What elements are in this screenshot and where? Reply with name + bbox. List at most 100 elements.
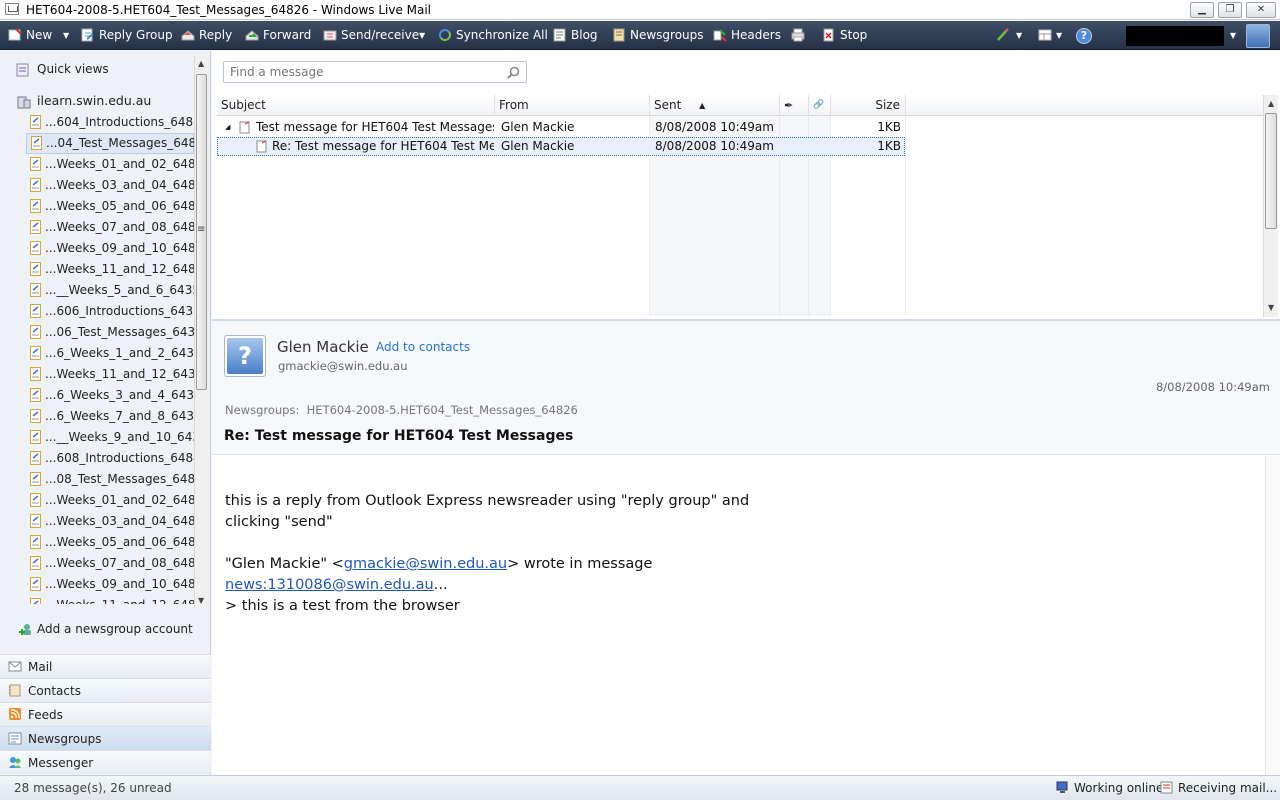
color-scheme-button[interactable] [996,21,1014,50]
reply-group-button[interactable]: Reply Group [81,21,173,50]
send-receive-button[interactable]: Send/receive [323,21,419,50]
message-row[interactable]: ◢ Test message for HET604 Test Messages … [217,118,905,137]
search-icon[interactable] [507,66,520,79]
blog-icon [553,28,566,41]
column-from[interactable]: From [495,95,650,116]
folder-scrollbar[interactable]: ▲ ≡ ▼ [194,56,208,608]
quick-views[interactable]: Quick views [16,62,109,77]
folder-item[interactable]: ...Weeks_05_and_06_64831 [26,196,194,217]
quoted-email-link[interactable]: gmackie@swin.edu.au [344,556,507,572]
add-newsgroup-account-link[interactable]: Add a newsgroup account [18,622,193,637]
receiving-status[interactable]: Receiving mail... [1160,781,1277,795]
blog-button[interactable]: Blog [553,21,598,50]
scroll-grip-icon: ≡ [197,224,206,235]
app-icon [5,3,19,15]
color-scheme-dropdown-icon[interactable]: ▼ [1016,21,1022,50]
title-bar: HET604-2008-5.HET604_Test_Messages_64826… [0,0,1280,20]
synchronize-all-button[interactable]: Synchronize All [438,21,548,50]
message-from: Glen Mackie [501,120,575,134]
column-flag[interactable]: ✒ [780,95,809,116]
folder-item[interactable]: ...Weeks_01_and_02_64846 [26,490,194,511]
folder-item[interactable]: ...Weeks_11_and_12_64355 [26,364,194,385]
folder-item[interactable]: ...Weeks_07_and_08_64844 [26,553,194,574]
list-scroll-up-icon[interactable]: ▲ [1268,99,1274,108]
contacts-icon [9,684,21,697]
folder-item[interactable]: ...Weeks_11_and_12_64827 [26,259,194,280]
folder-item[interactable]: ...Weeks_07_and_08_64832 [26,217,194,238]
new-dropdown-icon[interactable]: ▼ [63,21,69,50]
send-receive-label: Send/receive [341,28,420,42]
folder-item[interactable]: ...06_Test_Messages_64356 [26,322,194,343]
message-row-selected[interactable]: Re: Test message for HET604 Test Mess...… [217,137,905,156]
user-dropdown-icon[interactable]: ▼ [1230,21,1236,50]
column-attachment[interactable]: 🔗 [809,95,831,116]
help-button[interactable]: ? [1076,21,1092,50]
find-message-input[interactable] [230,65,500,79]
layout-dropdown-icon[interactable]: ▼ [1056,21,1062,50]
newsgroups-button[interactable]: Newsgroups [612,21,704,50]
list-scroll-down-icon[interactable]: ▼ [1268,303,1274,312]
column-sent[interactable]: Sent ▲ [650,95,780,116]
send-receive-dropdown-icon[interactable]: ▼ [419,21,425,50]
folder-item[interactable]: ...__Weeks_5_and_6_64352 [26,280,194,301]
folder-item[interactable]: ...Weeks_01_and_02_64829 [26,154,194,175]
sort-ascending-icon: ▲ [699,101,706,110]
stop-button[interactable]: Stop [822,21,867,50]
newsgroups-nav-icon [8,732,22,745]
newsgroup-folder-icon [30,198,41,213]
layout-menu-button[interactable] [1038,21,1056,50]
minimize-button[interactable]: ▁ [1190,2,1214,18]
list-scroll-thumb[interactable] [1265,113,1277,229]
headers-button[interactable]: Headers [713,21,781,50]
reading-pane-scrollbar[interactable] [1265,456,1280,775]
folder-item[interactable]: ...Weeks_09_and_10_64845 [26,574,194,595]
quote-prefix: "Glen Mackie" < [225,556,344,572]
nav-mail[interactable]: Mail [0,654,211,678]
nav-contacts[interactable]: Contacts [0,678,211,702]
nav-newsgroups[interactable]: Newsgroups [0,726,211,750]
nav-messenger[interactable]: Messenger [0,750,211,774]
message-list-scrollbar[interactable]: ▲ ▼ [1263,95,1278,317]
scroll-down-icon[interactable]: ▼ [198,596,204,605]
scroll-up-icon[interactable]: ▲ [198,59,204,68]
reply-button[interactable]: Reply [181,21,232,50]
forward-button[interactable]: Forward [245,21,311,50]
folder-item[interactable]: ...__Weeks_9_and_10_64354 [26,427,194,448]
folder-item[interactable]: ...Weeks_03_and_04_64830 [26,175,194,196]
signed-in-user-box[interactable] [1126,26,1224,46]
thread-collapse-icon[interactable]: ◢ [225,118,235,137]
folder-label: ...Weeks_01_and_02_64846 [45,493,194,507]
folder-label: ...606_Introductions_64358 [45,304,194,318]
message-header: ? Glen Mackie Add to contacts gmackie@sw… [212,323,1280,455]
restore-button[interactable]: ❐ [1218,2,1242,18]
add-to-contacts-link[interactable]: Add to contacts [376,340,470,354]
user-avatar[interactable] [1246,24,1270,48]
nav-feeds[interactable]: Feeds [0,702,211,726]
newsgroup-folder-icon [30,303,41,318]
online-status[interactable]: Working online [1056,781,1163,795]
folder-item[interactable]: ...04_Test_Messages_64826 [26,133,194,154]
folder-item[interactable]: ...Weeks_09_and_10_64833 [26,238,194,259]
folder-item[interactable]: ...Weeks_03_and_04_64842 [26,511,194,532]
folder-item[interactable]: ...6_Weeks_1_and_2_64359 [26,343,194,364]
folder-item[interactable]: ...6_Weeks_7_and_8_64353 [26,406,194,427]
column-size[interactable]: Size [831,95,906,116]
find-message-box[interactable] [223,61,527,83]
folder-item[interactable]: ...604_Introductions_64828 [26,112,194,133]
new-button[interactable]: New [8,21,52,50]
print-button[interactable] [791,21,809,50]
folder-label: ...Weeks_03_and_04_64830 [45,178,194,192]
folder-item[interactable]: ...08_Test_Messages_64848 [26,469,194,490]
column-subject[interactable]: Subject [217,95,495,116]
print-icon [791,28,805,41]
news-message-link[interactable]: news:1310086@swin.edu.au [225,577,434,593]
account-ilearn[interactable]: ilearn.swin.edu.au [17,93,151,109]
folder-item[interactable]: ...Weeks_05_and_06_64843 [26,532,194,553]
folder-item[interactable]: ...Weeks_11_and_12_64847 [26,595,194,604]
folder-label: ...Weeks_11_and_12_64355 [45,367,194,381]
folder-item[interactable]: ...6_Weeks_3_and_4_64360 [26,385,194,406]
folder-item[interactable]: ...606_Introductions_64358 [26,301,194,322]
folder-label: ...08_Test_Messages_64848 [45,472,194,486]
close-button[interactable]: ✕ [1246,2,1276,18]
folder-item[interactable]: ...608_Introductions_64849 [26,448,194,469]
